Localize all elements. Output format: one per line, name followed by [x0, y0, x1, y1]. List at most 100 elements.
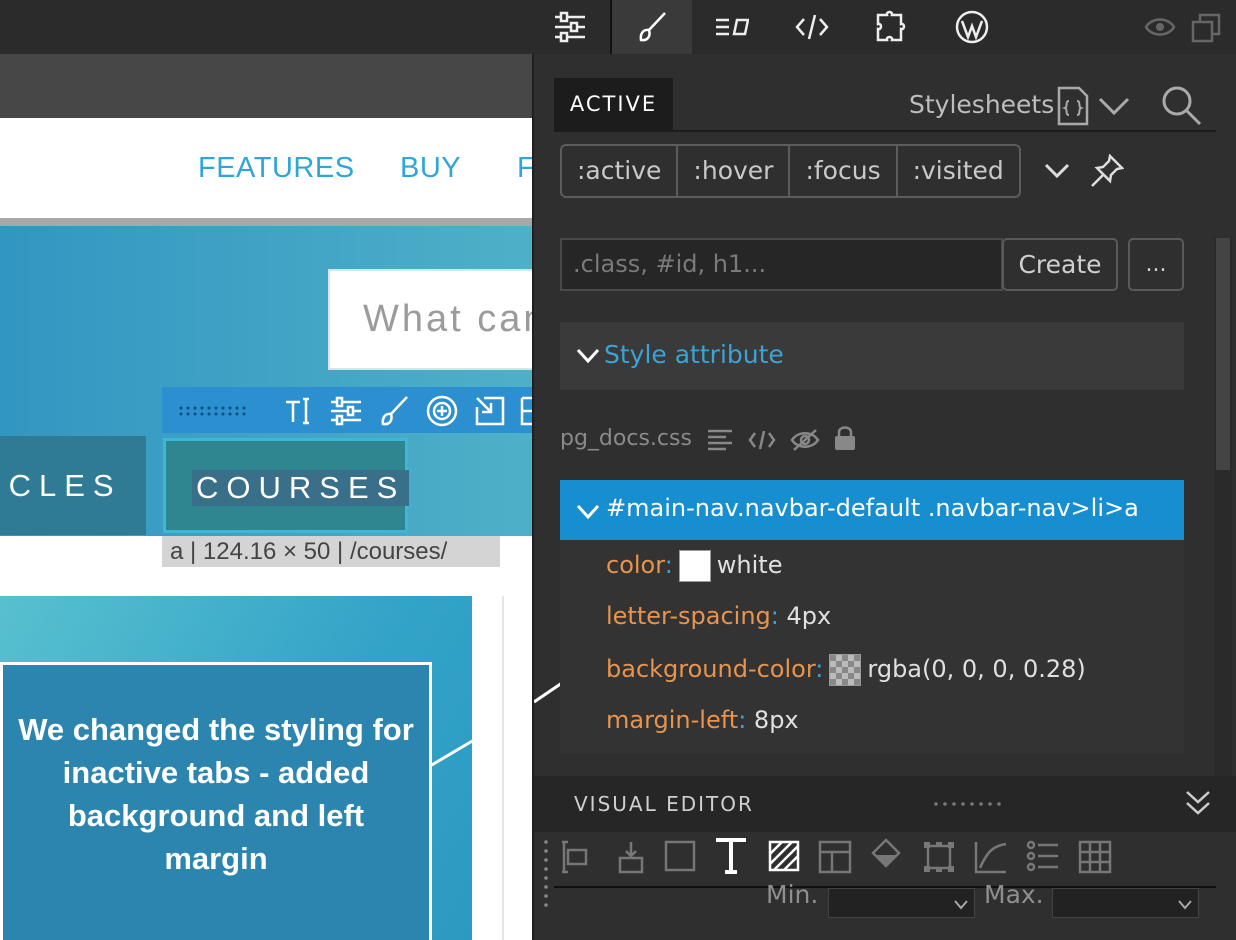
duplicate-icon[interactable]	[1190, 12, 1222, 44]
puzzle-icon	[876, 10, 906, 42]
search-icon[interactable]	[1160, 84, 1202, 126]
stylesheets-label[interactable]: Stylesheets	[909, 90, 1054, 119]
chevron-down-icon	[954, 900, 968, 910]
css-property-name[interactable]: margin-left	[606, 706, 738, 734]
style-tool-button[interactable]	[612, 0, 692, 54]
border-icon[interactable]	[664, 840, 696, 872]
wordpress-icon	[955, 10, 989, 44]
lock-icon[interactable]	[832, 424, 858, 452]
brush-icon	[639, 12, 666, 42]
visual-editor-label: VISUAL EDITOR	[574, 792, 754, 816]
code-icon[interactable]	[748, 428, 776, 452]
panel-scrollbar-thumb[interactable]	[1216, 238, 1230, 470]
tab-label: COURSES	[192, 470, 410, 506]
search-placeholder: What can	[363, 298, 532, 340]
nav-tab-courses-selected[interactable]: COURSES	[163, 438, 410, 533]
settings-sliders-icon[interactable]	[330, 396, 362, 426]
pseudo-state-group: :active :hover :focus :visited	[560, 144, 1021, 198]
create-rule-button[interactable]: Create	[1002, 238, 1118, 291]
css-property-name[interactable]: background-color	[606, 655, 815, 683]
color-swatch-transparent[interactable]	[829, 654, 862, 686]
style-attribute-section[interactable]: Style attribute	[560, 322, 1184, 390]
wordpress-tool-button[interactable]	[932, 0, 1012, 54]
chevron-down-icon[interactable]	[1044, 162, 1070, 180]
tab-underline	[554, 130, 1216, 132]
position-icon[interactable]	[614, 840, 646, 874]
element-toolbar	[162, 387, 532, 433]
nav-link-features[interactable]: FEATURES	[198, 152, 355, 185]
eye-icon[interactable]	[1144, 16, 1176, 38]
nav-shadow	[0, 218, 532, 226]
min-select[interactable]	[828, 888, 975, 918]
list-view-icon[interactable]	[706, 428, 734, 452]
layout-icon[interactable]	[818, 840, 852, 874]
css-property-value[interactable]: 4px	[787, 602, 832, 630]
site-search-input[interactable]: What can	[328, 269, 532, 370]
nav-tab-articles[interactable]: ICLES	[0, 436, 146, 535]
drag-handle-icon[interactable]	[178, 405, 250, 417]
nav-link-partial[interactable]: F	[517, 152, 532, 185]
pseudo-focus-button[interactable]: :focus	[790, 146, 898, 196]
settings-tool-button[interactable]	[530, 0, 610, 54]
list-style-icon[interactable]	[1026, 840, 1060, 872]
drag-handle-icon[interactable]	[542, 838, 550, 908]
nav-link-buy[interactable]: BUY	[400, 152, 461, 185]
stylesheet-file-name: pg_docs.css	[560, 426, 692, 451]
css-property-row[interactable]: color: white	[606, 550, 782, 582]
max-select[interactable]	[1052, 888, 1199, 918]
visual-editor-header[interactable]: VISUAL EDITOR	[534, 776, 1236, 832]
property-colon: :	[664, 551, 673, 579]
page-canvas[interactable]: FEATURES BUY F What can ICLES COURSES a …	[0, 54, 532, 940]
css-property-row[interactable]: margin-left: 8px	[606, 706, 799, 734]
css-rule-header[interactable]: #main-nav.navbar-default .navbar-nav>li>…	[560, 480, 1184, 540]
visual-editor-toolbar	[534, 832, 1236, 907]
css-property-value[interactable]: 8px	[754, 706, 799, 734]
spacing-icon[interactable]	[560, 840, 592, 874]
fill-icon[interactable]	[870, 838, 902, 872]
style-attribute-label: Style attribute	[604, 340, 784, 369]
insert-into-icon[interactable]	[474, 395, 506, 427]
pseudo-active-button[interactable]: :active	[562, 146, 679, 196]
chevron-down-icon	[576, 348, 600, 364]
typography-icon[interactable]	[714, 836, 748, 874]
plugins-tool-button[interactable]	[852, 0, 932, 54]
background-icon[interactable]	[768, 840, 800, 872]
min-label: Min.	[766, 880, 819, 909]
layout-icon[interactable]	[520, 395, 532, 427]
table-icon[interactable]	[1078, 840, 1112, 874]
style-panel: ACTIVE Stylesheets :active :hover :focus…	[532, 54, 1236, 940]
css-property-name[interactable]: letter-spacing	[606, 602, 771, 630]
css-property-name[interactable]: color	[606, 551, 665, 579]
canvas-header-strip	[0, 54, 532, 118]
property-colon: :	[815, 655, 824, 683]
css-file-icon[interactable]	[1056, 86, 1090, 126]
box-model-icon[interactable]	[922, 840, 956, 874]
brush-icon[interactable]	[378, 395, 410, 427]
tab-active[interactable]: ACTIVE	[554, 78, 673, 130]
top-toolbar	[0, 0, 1236, 54]
color-swatch-white[interactable]	[678, 550, 711, 582]
transition-curve-icon[interactable]	[974, 840, 1008, 874]
add-element-icon[interactable]	[426, 395, 458, 427]
chevron-down-icon[interactable]	[1098, 96, 1130, 116]
annotation-callout: We changed the styling for inactive tabs…	[0, 662, 432, 940]
css-property-value[interactable]: white	[717, 551, 783, 579]
css-property-row[interactable]: background-color: rgba(0, 0, 0, 0.28)	[606, 654, 1086, 686]
code-tool-button[interactable]	[772, 0, 852, 54]
collapse-icon[interactable]	[1184, 788, 1212, 818]
element-info-label: a | 124.16 × 50 | /courses/	[162, 536, 500, 567]
pin-icon[interactable]	[1090, 154, 1124, 188]
text-edit-icon[interactable]	[284, 396, 314, 426]
pseudo-hover-button[interactable]: :hover	[678, 146, 791, 196]
css-property-row[interactable]: letter-spacing: 4px	[606, 602, 831, 630]
css-property-value[interactable]: rgba(0, 0, 0, 0.28)	[867, 655, 1085, 683]
max-label: Max.	[984, 880, 1044, 909]
drag-handle-icon[interactable]	[932, 800, 1004, 808]
elements-tool-button[interactable]	[692, 0, 772, 54]
annotation-text: We changed the styling for inactive tabs…	[18, 711, 414, 876]
chevron-down-icon	[1178, 900, 1192, 910]
pseudo-visited-button[interactable]: :visited	[898, 146, 1019, 196]
hide-icon[interactable]	[790, 428, 820, 452]
more-options-button[interactable]: ...	[1128, 238, 1184, 291]
selector-input[interactable]: .class, #id, h1...	[560, 238, 1003, 291]
